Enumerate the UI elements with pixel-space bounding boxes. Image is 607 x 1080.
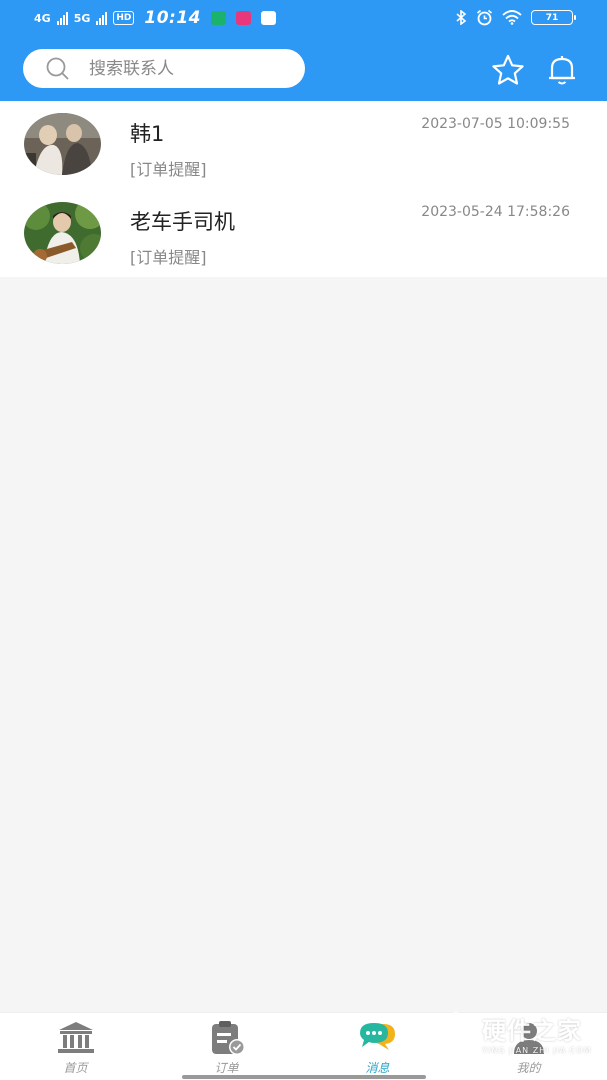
tab-orders[interactable]: 订单 — [151, 1013, 302, 1080]
message-time: 2023-07-05 10:09:55 — [421, 116, 570, 132]
chat-bubbles-icon — [357, 1019, 399, 1057]
favorites-button[interactable] — [490, 52, 526, 88]
avatar — [24, 202, 101, 264]
bank-icon — [55, 1019, 97, 1057]
tab-label: 我的 — [516, 1061, 541, 1075]
app-notification-icon-green — [211, 11, 227, 25]
tab-messages[interactable]: 消息 — [302, 1013, 453, 1080]
signal-icon-2 — [96, 11, 108, 25]
battery-level: 71 — [545, 12, 559, 23]
search-bar[interactable] — [23, 49, 305, 88]
hd-voice-badge: HD — [113, 11, 135, 25]
battery-icon: 71 — [531, 10, 576, 25]
hexagon-logo-icon — [437, 1011, 475, 1055]
network-label-2: 5G — [73, 11, 91, 25]
search-input[interactable] — [89, 58, 279, 79]
app-notification-icon-white — [261, 11, 277, 25]
tab-label: 首页 — [63, 1061, 88, 1075]
watermark-title: 硬件之家 — [482, 1017, 582, 1045]
tab-label: 消息 — [365, 1061, 390, 1075]
home-indicator — [182, 1075, 426, 1079]
alarm-icon — [476, 9, 493, 26]
app-header: 4G 5G HD 10:14 71 — [0, 0, 607, 101]
message-preview: [订单提醒] — [130, 248, 207, 267]
tab-label: 订单 — [214, 1061, 239, 1075]
watermark-logo: 硬件之家 YING JIAN ZHI JIA.COM — [436, 1008, 596, 1058]
status-time: 10:14 — [144, 8, 202, 28]
contact-name: 韩1 — [130, 122, 165, 146]
search-icon — [46, 57, 69, 80]
app-notification-icon-pink — [236, 11, 252, 25]
message-time: 2023-05-24 17:58:26 — [421, 204, 570, 220]
star-icon — [492, 54, 524, 85]
status-right: 71 — [455, 9, 576, 26]
avatar-photo — [24, 113, 101, 175]
order-clipboard-icon — [206, 1019, 248, 1057]
conversation-list: 韩1 2023-07-05 10:09:55 [订单提醒] 老车手司机 2023… — [0, 101, 607, 277]
conversation-item[interactable]: 老车手司机 2023-05-24 17:58:26 [订单提醒] — [0, 189, 607, 277]
tab-home[interactable]: 首页 — [0, 1013, 151, 1080]
contact-name: 老车手司机 — [130, 210, 235, 234]
signal-icon — [56, 11, 68, 25]
conversation-item[interactable]: 韩1 2023-07-05 10:09:55 [订单提醒] — [0, 101, 607, 189]
network-label-1: 4G — [34, 11, 51, 25]
avatar — [24, 113, 101, 175]
notifications-button[interactable] — [544, 52, 580, 88]
avatar-photo — [24, 202, 101, 264]
bell-icon — [549, 56, 575, 85]
watermark-subtitle: YING JIAN ZHI JIA.COM — [482, 1046, 592, 1055]
message-preview: [订单提醒] — [130, 160, 207, 179]
status-bar: 4G 5G HD 10:14 71 — [0, 0, 607, 38]
status-left: 4G 5G HD 10:14 — [34, 8, 277, 28]
bluetooth-icon — [456, 10, 467, 25]
wifi-icon — [502, 10, 522, 25]
